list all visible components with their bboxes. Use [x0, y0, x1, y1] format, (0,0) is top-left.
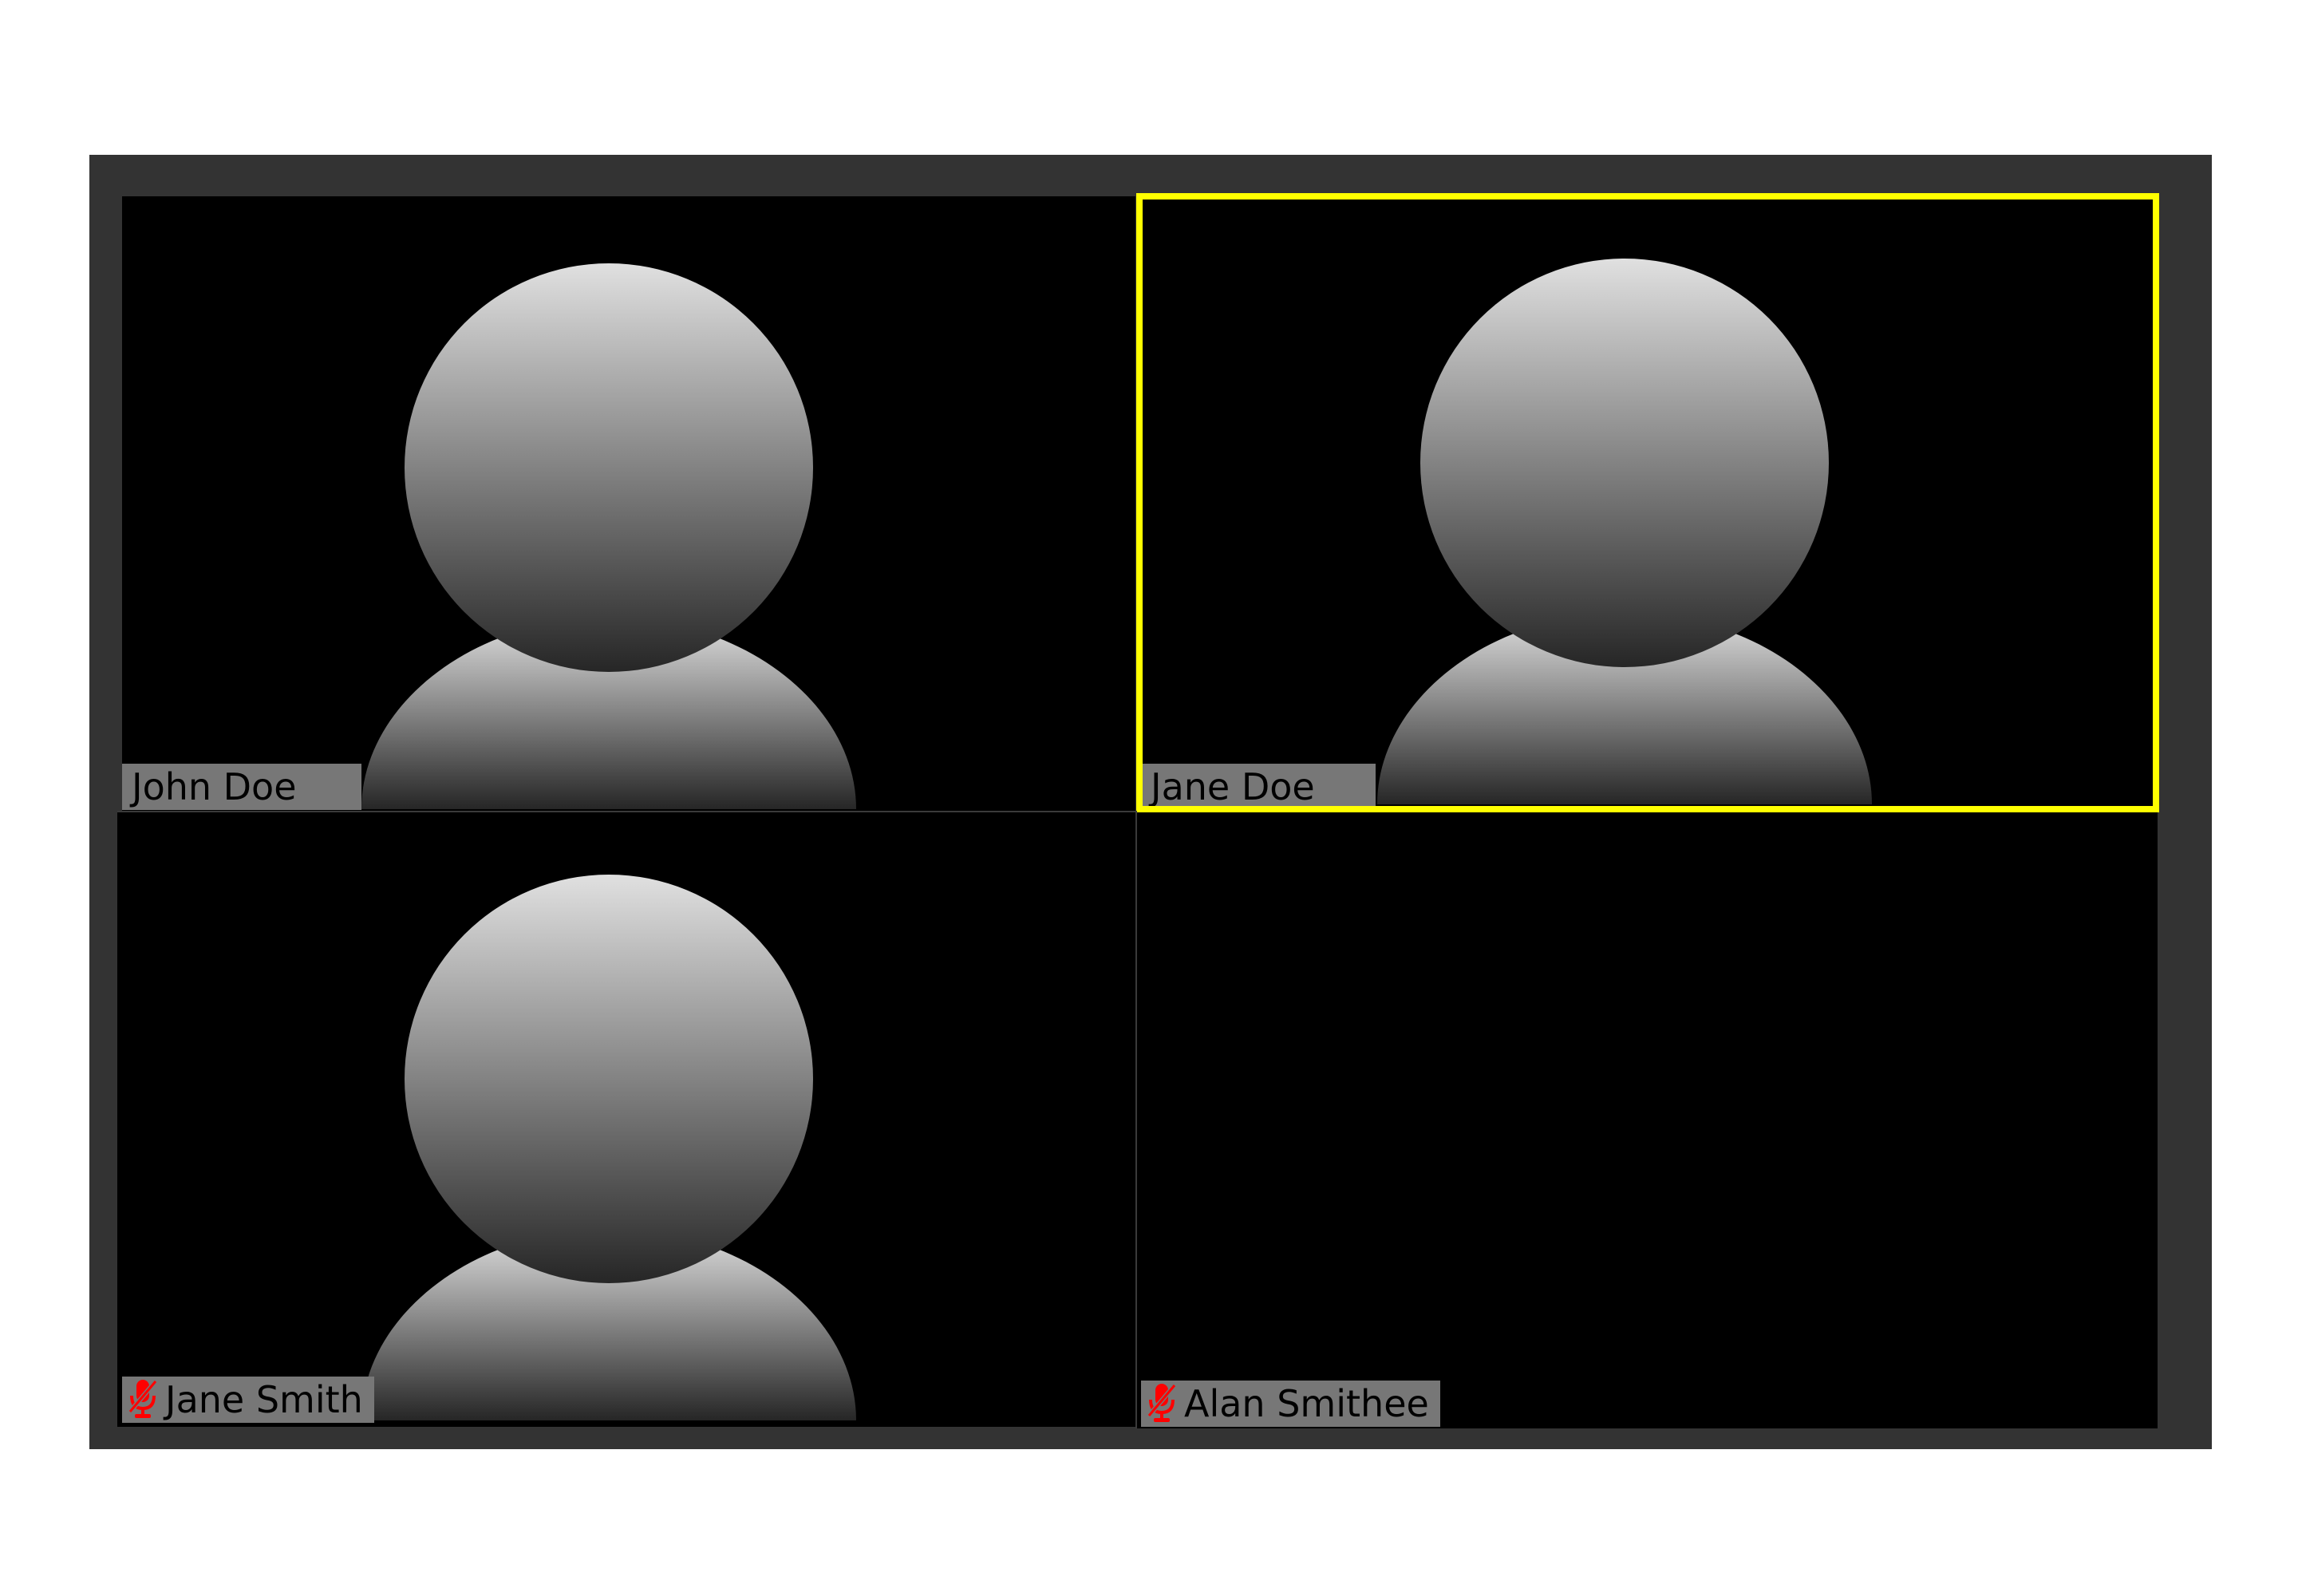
person-silhouette-icon	[361, 259, 856, 811]
participant-name: Alan Smithee	[1184, 1382, 1429, 1425]
participant-name: John Doe	[132, 765, 297, 808]
participant-tile-alan-smithee[interactable]: Alan Smithee	[1136, 812, 2158, 1428]
mic-muted-icon	[1146, 1382, 1178, 1425]
participant-name-tag: Alan Smithee	[1141, 1381, 1440, 1427]
person-silhouette-icon	[361, 870, 856, 1427]
participant-name-tag: John Doe	[122, 764, 361, 810]
participant-tile-john-doe[interactable]: John Doe	[122, 196, 1135, 811]
participant-name: Jane Doe	[1151, 765, 1315, 808]
mic-muted-icon	[127, 1378, 159, 1421]
tile-divider	[117, 811, 1137, 812]
participant-name-tag: Jane Smith	[122, 1377, 374, 1423]
participant-tile-jane-doe[interactable]: Jane Doe	[1136, 195, 2158, 811]
participant-tile-jane-smith[interactable]: Jane Smith	[117, 812, 1135, 1427]
tile-divider	[1135, 812, 1137, 1428]
person-silhouette-icon	[1377, 254, 1872, 811]
participant-name-tag: Jane Doe	[1141, 764, 1376, 810]
participant-name: Jane Smith	[165, 1378, 363, 1421]
